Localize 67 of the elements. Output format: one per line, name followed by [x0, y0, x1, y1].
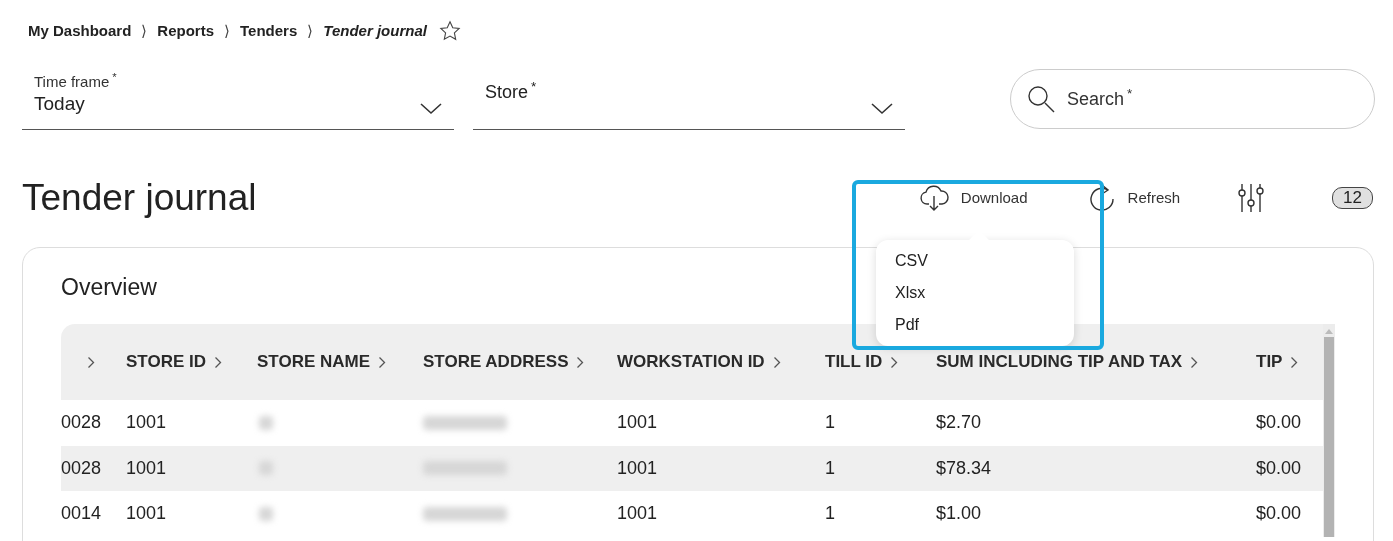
table-cell-text: 0028	[61, 456, 102, 480]
blurred-cell	[259, 415, 273, 430]
field-label: Store $^{*}$	[485, 79, 537, 104]
chevron-down-icon	[871, 103, 893, 115]
menu-item[interactable]: Xlsx	[895, 281, 1074, 305]
table-cell-text: 1	[825, 411, 835, 435]
table-cell-text: $0.00	[1256, 456, 1302, 480]
chevron-right-icon	[1290, 355, 1299, 369]
breadcrumb-separator-icon: ⟩	[141, 19, 148, 43]
field-label: Time frame $^{*}$	[34, 73, 117, 91]
count-badge: 12	[1332, 187, 1373, 209]
breadcrumb-separator-icon: ⟩	[307, 19, 314, 43]
search-icon	[1027, 85, 1055, 113]
chevron-right-icon	[772, 355, 781, 369]
column-header[interactable]: TILL ID	[825, 349, 936, 375]
column-header[interactable]: TIP	[1256, 349, 1323, 375]
menu-item[interactable]: Pdf	[895, 313, 1074, 337]
chevron-right-icon	[1190, 355, 1199, 369]
field-value: Today	[34, 92, 86, 116]
dropdown-field[interactable]: Time frame $^{*}$ Today	[22, 70, 454, 130]
chevron-right-icon	[576, 355, 585, 369]
card-title: Overview	[61, 273, 157, 302]
breadcrumb-link[interactable]: Reports	[157, 19, 215, 43]
table-cell-text: $78.34	[936, 456, 992, 480]
scroll-up-icon[interactable]	[1325, 328, 1333, 334]
column-header[interactable]: STORE ID	[126, 349, 257, 375]
scrollbar[interactable]	[1323, 324, 1335, 537]
table-cell-text: 1001	[617, 456, 658, 480]
column-header[interactable]: SUM INCLUDING TIP AND TAX	[936, 349, 1256, 375]
column-header[interactable]: STORE NAME	[257, 349, 423, 375]
menu-item[interactable]: CSV	[895, 249, 1074, 273]
blurred-cell	[259, 506, 273, 521]
table-cell-text: 1001	[126, 411, 167, 435]
table-cell-text: 0014	[61, 502, 102, 526]
table-cell-text: 1001	[126, 456, 167, 480]
dropdown-field[interactable]: Store $^{*}$	[473, 70, 905, 130]
column-header[interactable]: WORKSTATION ID	[617, 349, 825, 375]
table-cell-text: 1001	[617, 411, 658, 435]
breadcrumb-separator-icon: ⟩	[224, 19, 231, 43]
breadcrumb-link[interactable]: Tenders	[240, 19, 298, 43]
chevron-right-icon	[87, 355, 95, 369]
chevron-right-icon	[378, 355, 387, 369]
filter-button[interactable]	[1236, 183, 1267, 213]
chevron-right-icon	[214, 355, 222, 369]
breadcrumb-link[interactable]: Tender journal	[323, 19, 427, 43]
chevron-down-icon	[420, 103, 442, 115]
table-cell-text: $2.70	[936, 411, 982, 435]
page-title: Tender journal	[22, 176, 257, 220]
table-cell-text: $1.00	[936, 502, 982, 526]
download-button[interactable]: Download	[918, 184, 1028, 212]
search-placeholder: Search $^{*}$	[1067, 85, 1133, 111]
table-cell-text: 1	[825, 456, 835, 480]
table-cell-text: 1001	[617, 502, 658, 526]
refresh-icon	[1087, 183, 1116, 213]
table-cell-text: $0.00	[1256, 502, 1302, 526]
table-cell-text: 0028	[61, 411, 102, 435]
cloud-download-icon	[918, 184, 949, 212]
sliders-icon	[1236, 183, 1267, 213]
table-row[interactable]: 0028 1001 1001 1 $78.34 $0.00	[61, 445, 1323, 491]
column-header[interactable]: STORE ADDRESS	[423, 349, 617, 375]
table-cell-text: 1	[825, 502, 835, 526]
table-cell-text: 1001	[126, 502, 167, 526]
refresh-button[interactable]: Refresh	[1087, 183, 1181, 213]
breadcrumb-link[interactable]: My Dashboard	[28, 19, 132, 43]
table-cell-text: $0.00	[1256, 411, 1302, 435]
star-icon[interactable]	[438, 20, 461, 42]
chevron-right-icon	[890, 355, 899, 369]
